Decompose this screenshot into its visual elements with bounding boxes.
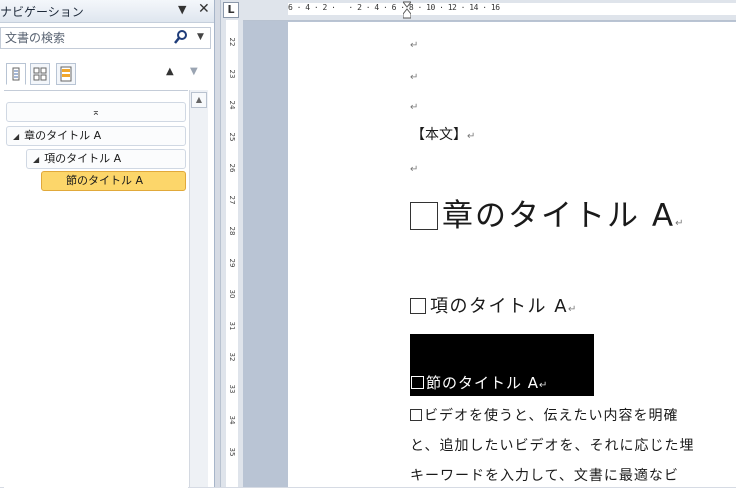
paragraph-mark: ↵: [568, 304, 578, 315]
vertical-ruler-number: 26: [228, 163, 236, 173]
horizontal-ruler-numbers: 6 · 4 · 2 · · 2 · 4 · 6 · 8 · 10 · 12 · …: [288, 3, 500, 12]
nav-pane-header: ナビゲーション ▼ ✕: [0, 0, 214, 23]
vertical-ruler-number: 22: [228, 37, 236, 47]
vertical-ruler-number: 27: [228, 195, 236, 204]
section-heading-text: 項のタイトル A: [430, 296, 569, 317]
paragraph-mark: ↵: [467, 131, 476, 142]
paragraph-mark: ↵: [410, 102, 419, 113]
empty-paragraph[interactable]: ↵: [410, 157, 418, 176]
paragraph-mark: ↵: [410, 72, 419, 83]
vertical-ruler-number: 28: [228, 226, 236, 236]
tree-node-section[interactable]: ◢ 項のタイトル A: [26, 149, 186, 169]
search-options-dropdown-icon[interactable]: ▼: [197, 32, 204, 42]
subsection-heading[interactable]: 節のタイトル A↵: [411, 372, 548, 393]
expand-triangle-icon[interactable]: ◢: [33, 155, 39, 164]
tree-node-label: 節のタイトル A: [66, 174, 144, 187]
vertical-ruler-number: 33: [228, 384, 236, 393]
vertical-ruler-number: 30: [228, 289, 236, 299]
honbun-label[interactable]: 【本文】↵: [411, 124, 475, 144]
chapter-heading-text: 章のタイトル A: [442, 198, 676, 234]
square-box-icon: [410, 298, 426, 314]
body-text: と、追加したいビデオを、それに応じた埋: [410, 438, 695, 454]
square-box-icon: [411, 376, 424, 389]
vertical-ruler-number: 35: [228, 447, 236, 456]
tree-node-subsection-selected[interactable]: 節のタイトル A: [41, 171, 186, 191]
next-heading-icon[interactable]: ▼: [190, 66, 198, 77]
vertical-ruler-number: 23: [228, 69, 236, 78]
vertical-ruler-number: 29: [228, 258, 236, 267]
vertical-ruler-number: 32: [228, 352, 236, 362]
search-icon[interactable]: [173, 29, 189, 45]
jump-to-top-icon: ⌅: [91, 107, 101, 118]
honbun-text: 【本文】: [411, 127, 467, 143]
empty-paragraph[interactable]: ↵: [410, 33, 418, 52]
subsection-heading-text: 節のタイトル A: [426, 374, 540, 392]
tree-node-document-top[interactable]: ⌅: [6, 102, 186, 122]
body-text: ビデオを使うと、伝えたい内容を明確: [424, 408, 679, 424]
search-box[interactable]: ▼: [0, 27, 211, 49]
paragraph-mark: ↵: [539, 380, 549, 391]
vertical-ruler-number: 31: [228, 321, 236, 330]
tree-node-label: 章のタイトル A: [24, 129, 102, 142]
section-heading[interactable]: 項のタイトル A↵: [410, 292, 578, 318]
square-box-icon: [410, 202, 438, 230]
navigation-pane: ナビゲーション ▼ ✕ ▼ ▲ ▼ ▲ ⌅ ◢ 章のタイトル A ◢ 項のタイトル …: [0, 0, 215, 488]
body-text-line[interactable]: キーワードを入力して、文書に最適なビ: [410, 465, 679, 485]
vertical-ruler-number: 25: [228, 132, 236, 141]
body-text: キーワードを入力して、文書に最適なビ: [410, 468, 679, 484]
tab-selector-button[interactable]: L: [223, 2, 239, 18]
vertical-ruler-number: 34: [228, 415, 236, 425]
horizontal-ruler: 6 · 4 · 2 · · 2 · 4 · 6 · 8 · 10 · 12 · …: [243, 0, 736, 21]
scroll-up-icon[interactable]: ▲: [191, 92, 207, 108]
empty-paragraph[interactable]: ↵: [410, 95, 418, 114]
square-box-icon: [410, 409, 422, 421]
tree-scrollbar[interactable]: ▲: [189, 90, 208, 487]
empty-paragraph[interactable]: ↵: [410, 65, 418, 84]
body-text-line[interactable]: ビデオを使うと、伝えたい内容を明確: [410, 405, 678, 425]
nav-pane-title: ナビゲーション: [0, 5, 84, 19]
nav-close-icon[interactable]: ✕: [198, 1, 210, 17]
tab-page-thumbnails-icon[interactable]: [30, 63, 50, 85]
chapter-heading[interactable]: 章のタイトル A↵: [410, 190, 685, 235]
paragraph-mark: ↵: [410, 164, 419, 175]
expand-triangle-icon[interactable]: ◢: [13, 132, 19, 141]
previous-heading-icon[interactable]: ▲: [166, 66, 174, 77]
paragraph-mark: ↵: [410, 40, 419, 51]
tree-node-chapter[interactable]: ◢ 章のタイトル A: [6, 126, 186, 146]
tab-search-results-icon[interactable]: [56, 63, 76, 85]
search-input[interactable]: [1, 28, 165, 48]
nav-menu-dropdown-icon[interactable]: ▼: [178, 3, 186, 16]
tree-node-label: 項のタイトル A: [44, 152, 122, 165]
indent-marker-icon[interactable]: [403, 0, 411, 20]
tab-headings-icon[interactable]: [6, 63, 26, 85]
body-text-line[interactable]: と、追加したいビデオを、それに応じた埋: [410, 435, 694, 455]
vertical-ruler-number: 24: [228, 100, 236, 110]
paragraph-mark: ↵: [675, 218, 686, 229]
